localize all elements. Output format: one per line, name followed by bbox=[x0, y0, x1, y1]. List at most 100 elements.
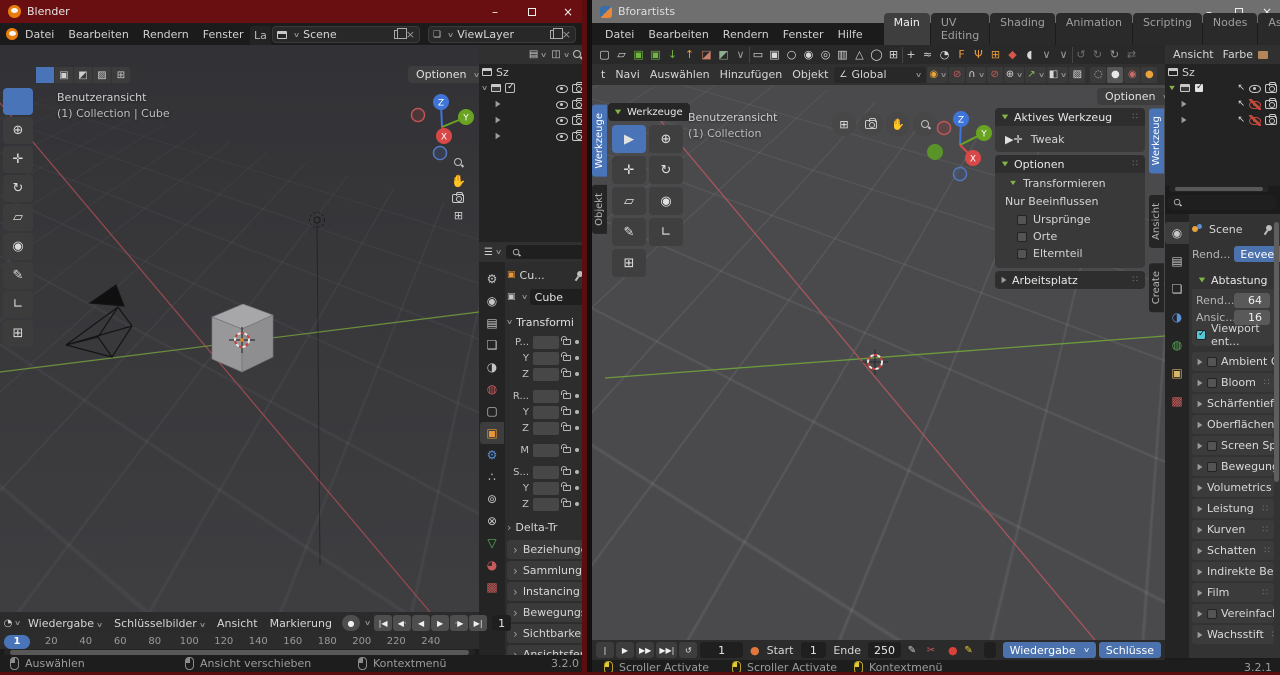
collapsed-panel[interactable]: Wachsstift ∷ bbox=[1192, 625, 1274, 644]
cursor-tool[interactable]: ⊕ bbox=[649, 125, 683, 153]
options-panel-header[interactable]: Optionen ∷ bbox=[995, 155, 1145, 173]
eye-icon[interactable] bbox=[556, 131, 568, 142]
tab-material[interactable]: ◕ bbox=[480, 554, 504, 576]
outliner-collection-row[interactable] bbox=[479, 80, 587, 96]
animate-dot[interactable] bbox=[575, 502, 579, 506]
shading-material[interactable]: ◉ bbox=[1124, 67, 1140, 83]
toolbar-add-uv-sphere[interactable]: ◉ bbox=[800, 47, 817, 63]
maximize-button[interactable] bbox=[515, 0, 549, 23]
toolbar-add-speaker[interactable]: ◖ bbox=[1021, 47, 1038, 63]
camera-view-button[interactable] bbox=[859, 112, 883, 136]
frame-tick[interactable]: 100 bbox=[172, 634, 207, 647]
outliner-scene-row[interactable]: Sz bbox=[479, 64, 587, 80]
editor-type-icon[interactable]: ☰ bbox=[482, 244, 503, 260]
snap-magnet-icon[interactable]: ⊘ bbox=[949, 67, 965, 83]
frame-tick[interactable]: 40 bbox=[69, 634, 104, 647]
collapsed-panel[interactable]: Schatten ∷ bbox=[1192, 541, 1274, 560]
move-tool[interactable]: ✛ bbox=[3, 146, 33, 173]
select-paint[interactable]: ⊞ bbox=[112, 67, 130, 83]
current-frame-field[interactable]: 1 bbox=[492, 615, 511, 631]
transform-subpanel-header[interactable]: Transformieren bbox=[995, 173, 1145, 193]
insert-keyframe-icon[interactable]: ✎ bbox=[904, 642, 920, 658]
select-tweak[interactable] bbox=[36, 67, 54, 83]
toolshelf-panel-header[interactable]: Werkzeuge bbox=[608, 103, 690, 121]
add-cube-tool[interactable]: ⊞ bbox=[3, 320, 33, 347]
workspace-tab[interactable]: Animation bbox=[1056, 13, 1132, 45]
navigation-gizmo[interactable]: Z Y X bbox=[920, 107, 996, 183]
animate-dot[interactable] bbox=[575, 372, 579, 376]
value-slider[interactable] bbox=[533, 336, 559, 349]
checkbox[interactable] bbox=[1017, 249, 1027, 259]
animate-dot[interactable] bbox=[575, 448, 579, 452]
tab-scene[interactable]: ◑ bbox=[1165, 306, 1189, 328]
render-visibility-icon[interactable] bbox=[572, 84, 584, 93]
tab-modifiers[interactable]: ⚙ bbox=[480, 444, 504, 466]
end-frame-field[interactable]: 250 bbox=[868, 642, 901, 658]
breadcrumb-label[interactable]: Cu... bbox=[520, 269, 545, 282]
record-button[interactable]: ● bbox=[342, 615, 360, 631]
menu-item[interactable]: Ansicht bbox=[1169, 46, 1218, 63]
toolbar-add-armature[interactable]: Ψ bbox=[970, 47, 987, 63]
playback-menu-button[interactable]: Wiedergabe bbox=[1003, 642, 1096, 658]
animate-dot[interactable] bbox=[575, 410, 579, 414]
frame-tick[interactable]: 80 bbox=[138, 634, 173, 647]
3d-viewport[interactable]: Werkzeuge Objekt Werkzeuge ▶⊕✛↻▱◉✎∟⊞ Opt… bbox=[592, 85, 1165, 640]
timeline-ruler[interactable]: 120406080100120140160180200220240 bbox=[0, 634, 479, 649]
menu-item[interactable]: Rendern bbox=[136, 26, 196, 43]
toolbar-add-cube[interactable]: ▣ bbox=[766, 47, 783, 63]
expand-icon[interactable] bbox=[1169, 86, 1175, 90]
toolbar-add-camera[interactable]: ◆ bbox=[1004, 47, 1021, 63]
app-menu-icon[interactable] bbox=[6, 28, 18, 40]
menu-item[interactable]: Auswählen bbox=[645, 66, 715, 83]
toolbar-add-cone[interactable]: △ bbox=[851, 47, 868, 63]
collapsed-panel[interactable]: Ansichtsfen bbox=[507, 645, 585, 655]
pan-hand-button[interactable]: ✋ bbox=[886, 112, 910, 136]
menu-item[interactable]: Schlüsselbilder bbox=[108, 615, 211, 632]
outliner-object-row[interactable] bbox=[479, 112, 587, 128]
fast-forward[interactable]: ▶▶ bbox=[636, 642, 654, 658]
collapsed-panel[interactable]: Instancing bbox=[507, 582, 585, 601]
zoom-icon[interactable] bbox=[453, 157, 464, 168]
tab-data[interactable]: ▽ bbox=[480, 532, 504, 554]
rotate-tool[interactable]: ↻ bbox=[3, 175, 33, 202]
navigation-gizmo[interactable]: Z Y X bbox=[405, 90, 479, 164]
add-cube-tool[interactable]: ⊞ bbox=[612, 249, 646, 277]
transform-panel-header[interactable]: Transformi bbox=[507, 314, 585, 330]
value-slider[interactable] bbox=[533, 352, 559, 365]
toolbar-save-as[interactable]: ▣ bbox=[647, 47, 664, 63]
tab-particles[interactable]: ∴ bbox=[480, 466, 504, 488]
scene-selector[interactable]: Scene × bbox=[272, 26, 420, 43]
menu-item[interactable]: Hilfe bbox=[831, 26, 870, 43]
jump-end[interactable]: ▶| bbox=[469, 615, 487, 631]
grid-view-icon[interactable]: ⊞ bbox=[454, 209, 463, 222]
orientation-dropdown[interactable]: ∠ Global bbox=[834, 67, 926, 83]
outliner-scene-row[interactable]: Sz bbox=[1165, 64, 1280, 80]
lock-icon[interactable] bbox=[563, 485, 571, 491]
display-mode-icon[interactable]: ▤ bbox=[527, 47, 549, 63]
current-frame-field[interactable]: 1 bbox=[700, 642, 743, 658]
select-circle[interactable]: ◩ bbox=[74, 67, 92, 83]
animate-dot[interactable] bbox=[575, 394, 579, 398]
scale-tool[interactable]: ▱ bbox=[612, 187, 646, 215]
play[interactable]: ▶ bbox=[616, 642, 634, 658]
workspace-tab[interactable]: Assets bbox=[1258, 13, 1280, 45]
animate-dot[interactable] bbox=[575, 356, 579, 360]
render-visibility-icon[interactable] bbox=[1265, 116, 1277, 125]
collapsed-panel[interactable]: Leistung ∷ bbox=[1192, 499, 1274, 518]
frame-tick[interactable]: 60 bbox=[103, 634, 138, 647]
tab-render[interactable]: ◉ bbox=[480, 290, 504, 312]
toolbar-add-curve[interactable]: ≈ bbox=[919, 47, 936, 63]
toolbar-save[interactable]: ▣ bbox=[630, 47, 647, 63]
npanel-tab-create[interactable]: Create bbox=[1149, 263, 1164, 312]
viewlayer-selector[interactable]: ❏ ViewLayer × bbox=[428, 26, 576, 43]
frame-tick[interactable]: 20 bbox=[34, 634, 69, 647]
play-reverse[interactable]: ◀ bbox=[412, 615, 430, 631]
viewport-denoise-row[interactable]: Viewport ent... bbox=[1192, 326, 1274, 346]
outliner-search[interactable] bbox=[1167, 195, 1277, 210]
animate-dot[interactable] bbox=[575, 340, 579, 344]
render-visibility-icon[interactable] bbox=[1265, 84, 1277, 93]
annotate-tool[interactable]: ✎ bbox=[3, 262, 33, 289]
next-key[interactable]: ·▶ bbox=[450, 615, 468, 631]
options-button[interactable]: Optionen bbox=[408, 66, 479, 83]
outliner-collection-row[interactable]: ↖ bbox=[1165, 80, 1280, 96]
